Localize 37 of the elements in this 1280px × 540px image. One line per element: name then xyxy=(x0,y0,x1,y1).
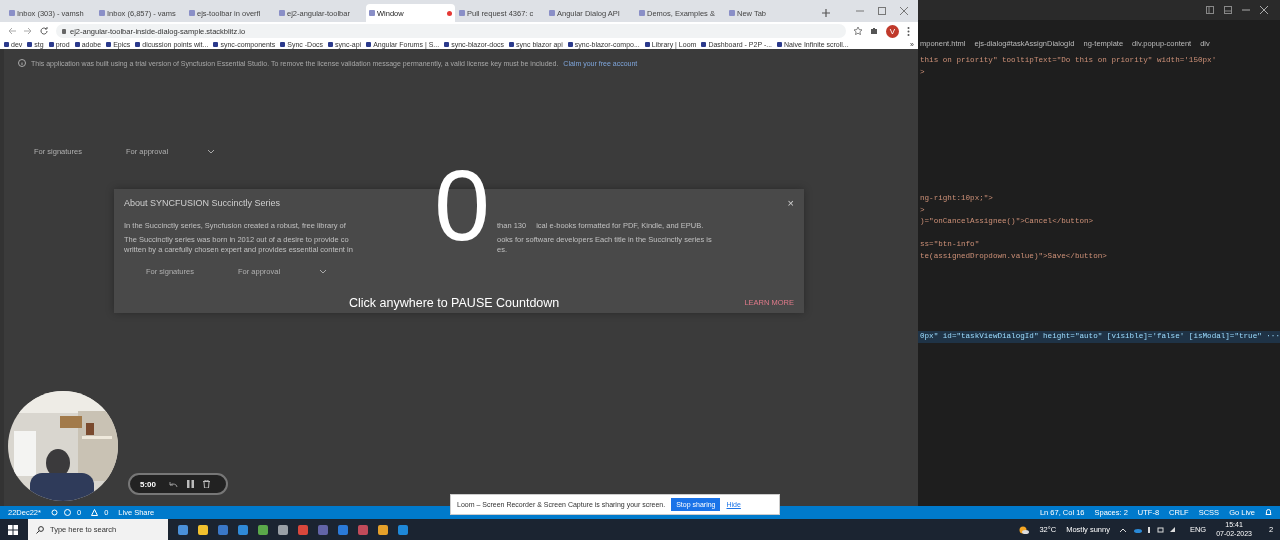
back-icon[interactable] xyxy=(8,27,16,35)
profile-avatar[interactable]: V xyxy=(886,24,899,38)
chevron-down-icon xyxy=(208,149,214,154)
chevron-down-icon xyxy=(320,269,326,274)
forward-icon[interactable] xyxy=(24,27,32,35)
error-icon xyxy=(63,509,71,516)
countdown-hint[interactable]: Click anywhere to PAUSE Countdown xyxy=(349,296,560,310)
layout-icon[interactable] xyxy=(1206,6,1214,14)
info-icon xyxy=(18,59,26,67)
trash-icon[interactable] xyxy=(203,480,210,488)
minimize-icon[interactable] xyxy=(1242,6,1250,14)
app-icon[interactable] xyxy=(238,524,248,535)
warning-icon xyxy=(91,509,99,516)
close-icon[interactable] xyxy=(900,7,908,15)
windows-start-icon[interactable] xyxy=(8,524,18,535)
pause-icon[interactable] xyxy=(187,480,194,488)
countdown-number: 0 xyxy=(433,155,491,255)
recording-timer: 5:00 xyxy=(140,479,156,489)
reload-icon[interactable] xyxy=(40,27,48,35)
close-button[interactable]: × xyxy=(787,197,794,209)
app-icon[interactable] xyxy=(398,524,408,535)
close-icon[interactable] xyxy=(1260,6,1268,14)
dialog-title: About SYNCFUSION Succinctly Series xyxy=(124,198,281,208)
star-icon[interactable] xyxy=(854,27,862,35)
maximize-icon[interactable] xyxy=(878,7,886,15)
new-tab-icon[interactable] xyxy=(822,9,830,17)
app-icon[interactable] xyxy=(378,524,388,535)
layout-icon[interactable] xyxy=(1224,6,1232,14)
app-icon[interactable] xyxy=(278,524,288,535)
app-icon[interactable] xyxy=(258,524,268,535)
undo-icon[interactable] xyxy=(169,480,178,488)
bell-icon[interactable] xyxy=(1265,509,1272,516)
more-icon[interactable] xyxy=(907,26,910,36)
app-icon[interactable] xyxy=(198,524,208,535)
search-icon xyxy=(36,525,44,534)
weather-icon xyxy=(1019,524,1030,535)
app-icon[interactable] xyxy=(178,524,188,535)
